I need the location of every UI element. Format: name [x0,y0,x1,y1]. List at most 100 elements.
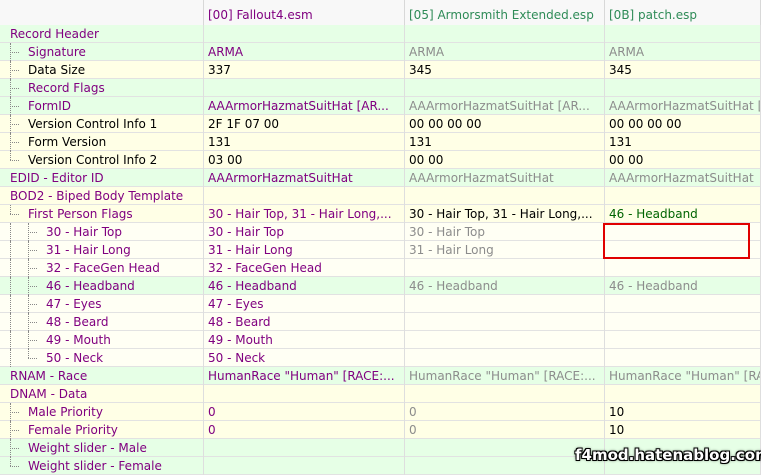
value-patch[interactable] [605,331,761,349]
value-fallout4[interactable]: 30 - Hair Top [204,223,405,241]
table-row[interactable]: 32 - FaceGen Head 32 - FaceGen Head [0,259,761,277]
table-row[interactable]: Male Priority 0 0 10 [0,403,761,421]
value-armorsmith[interactable] [405,79,605,97]
value-patch[interactable]: 46 - Headband [605,277,761,295]
value-fallout4[interactable]: 0 [204,403,405,421]
value-fallout4[interactable]: AAArmorHazmatSuitHat [204,169,405,187]
table-row[interactable]: Version Control Info 2 03 00 00 00 00 00 [0,151,761,169]
value-fallout4[interactable]: 0 [204,421,405,439]
table-row[interactable]: EDID - Editor ID AAArmorHazmatSuitHat AAAr… [0,169,761,187]
value-armorsmith[interactable]: 31 - Hair Long [405,241,605,259]
value-fallout4[interactable]: 03 00 [204,151,405,169]
table-row[interactable]: Version Control Info 1 2F 1F 07 00 00 00 0… [0,115,761,133]
table-row[interactable]: BOD2 - Biped Body Template [0,187,761,205]
value-patch[interactable]: AAArmorHazmatSuitHat [AR... [605,97,761,115]
table-row[interactable]: Record Flags [0,79,761,97]
column-header-fallout4[interactable]: [00] Fallout4.esm [204,0,405,25]
value-fallout4[interactable] [204,25,405,43]
column-header-armorsmith[interactable]: [05] Armorsmith Extended.esp [405,0,605,25]
value-patch[interactable]: HumanRace "Human" [RA [605,367,761,385]
value-patch[interactable] [605,313,761,331]
value-fallout4[interactable]: 48 - Beard [204,313,405,331]
table-row[interactable]: Form Version 131 131 131 [0,133,761,151]
value-armorsmith[interactable]: ARMA [405,43,605,61]
table-row[interactable]: 46 - Headband 46 - Headband 46 - Headband 4… [0,277,761,295]
value-fallout4[interactable]: HumanRace "Human" [RACE:... [204,367,405,385]
value-armorsmith[interactable]: HumanRace "Human" [RACE:... [405,367,605,385]
value-patch[interactable] [605,259,761,277]
value-armorsmith[interactable]: 00 00 00 00 [405,115,605,133]
value-armorsmith[interactable] [405,349,605,367]
value-armorsmith[interactable] [405,385,605,403]
value-armorsmith[interactable] [405,259,605,277]
table-row[interactable]: FormID AAArmorHazmatSuitHat [AR... AAArmor… [0,97,761,115]
value-armorsmith[interactable]: AAArmorHazmatSuitHat [AR... [405,97,605,115]
value-fallout4[interactable]: 47 - Eyes [204,295,405,313]
table-row[interactable]: Female Priority 0 0 10 [0,421,761,439]
value-fallout4[interactable]: 337 [204,61,405,79]
value-fallout4[interactable] [204,457,405,475]
value-patch[interactable] [605,25,761,43]
value-patch[interactable]: 131 [605,133,761,151]
value-patch[interactable]: 10 [605,403,761,421]
table-row[interactable]: 48 - Beard 48 - Beard [0,313,761,331]
value-armorsmith[interactable]: 131 [405,133,605,151]
value-fallout4[interactable]: 46 - Headband [204,277,405,295]
value-patch[interactable]: 46 - Headband [605,205,761,223]
value-armorsmith[interactable]: 345 [405,61,605,79]
value-fallout4[interactable]: 2F 1F 07 00 [204,115,405,133]
table-row[interactable]: 47 - Eyes 47 - Eyes [0,295,761,313]
value-armorsmith[interactable]: 00 00 [405,151,605,169]
value-patch[interactable] [605,187,761,205]
value-armorsmith[interactable]: 30 - Hair Top [405,223,605,241]
column-header-label[interactable] [0,0,204,25]
table-row[interactable]: RNAM - Race HumanRace "Human" [RACE:... Hu… [0,367,761,385]
value-armorsmith[interactable]: 30 - Hair Top, 31 - Hair Long,... [405,205,605,223]
value-patch[interactable] [605,79,761,97]
value-patch[interactable]: AAArmorHazmatSuitHat [605,169,761,187]
table-row[interactable]: 49 - Mouth 49 - Mouth [0,331,761,349]
value-armorsmith[interactable]: 0 [405,421,605,439]
value-fallout4[interactable] [204,79,405,97]
value-patch[interactable]: 00 00 00 00 [605,115,761,133]
table-row[interactable]: Signature ARMA ARMA ARMA [0,43,761,61]
value-patch[interactable]: 345 [605,61,761,79]
value-armorsmith[interactable]: 46 - Headband [405,277,605,295]
value-armorsmith[interactable] [405,313,605,331]
watermark: f4mod.hatenablog.com [575,446,761,464]
value-fallout4[interactable]: 50 - Neck [204,349,405,367]
table-row[interactable]: 50 - Neck 50 - Neck [0,349,761,367]
value-fallout4[interactable] [204,187,405,205]
value-armorsmith[interactable]: 0 [405,403,605,421]
value-patch[interactable]: 10 [605,421,761,439]
value-fallout4[interactable]: 49 - Mouth [204,331,405,349]
table-row[interactable]: First Person Flags 30 - Hair Top, 31 - Ha… [0,205,761,223]
value-fallout4[interactable] [204,385,405,403]
value-fallout4[interactable]: 131 [204,133,405,151]
value-armorsmith[interactable]: AAArmorHazmatSuitHat [405,169,605,187]
value-fallout4[interactable]: ARMA [204,43,405,61]
value-armorsmith[interactable] [405,295,605,313]
table-row[interactable]: DNAM - Data [0,385,761,403]
value-fallout4[interactable]: AAArmorHazmatSuitHat [AR... [204,97,405,115]
value-patch[interactable] [605,295,761,313]
value-patch[interactable] [605,349,761,367]
value-patch[interactable]: ARMA [605,43,761,61]
field-name: Female Priority [0,421,204,439]
value-fallout4[interactable] [204,439,405,457]
value-patch[interactable]: 00 00 [605,151,761,169]
value-fallout4[interactable]: 30 - Hair Top, 31 - Hair Long,... [204,205,405,223]
table-row[interactable]: Record Header [0,25,761,43]
value-fallout4[interactable]: 31 - Hair Long [204,241,405,259]
field-name: Form Version [0,133,204,151]
value-armorsmith[interactable] [405,187,605,205]
table-row[interactable]: Data Size 337 345 345 [0,61,761,79]
field-name: First Person Flags [0,205,204,223]
field-name: Male Priority [0,403,204,421]
value-patch[interactable] [605,385,761,403]
column-header-patch[interactable]: [0B] patch.esp [605,0,761,25]
value-armorsmith[interactable] [405,331,605,349]
field-name: BOD2 - Biped Body Template [0,187,204,205]
value-fallout4[interactable]: 32 - FaceGen Head [204,259,405,277]
value-armorsmith[interactable] [405,25,605,43]
